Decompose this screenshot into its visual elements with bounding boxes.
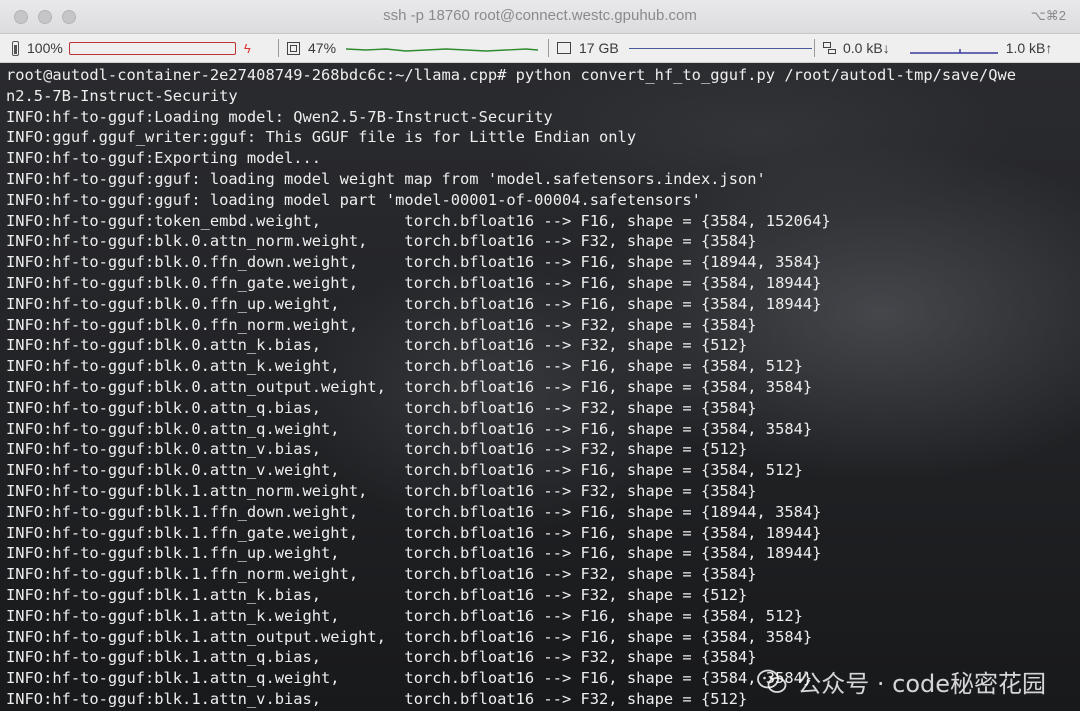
cpu-icon	[287, 41, 300, 55]
terminal-line: root@autodl-container-2e27408749-268bdc6…	[6, 66, 1016, 84]
cpu-value: 47%	[308, 40, 337, 56]
terminal-line: INFO:hf-to-gguf:blk.0.ffn_norm.weight, t…	[6, 315, 757, 334]
cpu-status: 47%	[270, 34, 539, 62]
terminal-line: INFO:hf-to-gguf:blk.0.attn_output.weight…	[6, 377, 813, 396]
window-title: ssh -p 18760 root@connect.westc.gpuhub.c…	[383, 7, 697, 24]
terminal-line: INFO:hf-to-gguf:gguf: loading model part…	[6, 190, 701, 209]
terminal-line: INFO:hf-to-gguf:blk.0.attn_norm.weight, …	[6, 232, 757, 251]
terminal-line: INFO:hf-to-gguf:blk.0.attn_q.bias, torch…	[6, 398, 757, 417]
terminal-line: INFO:hf-to-gguf:blk.1.ffn_norm.weight, t…	[6, 565, 757, 584]
memory-status: 17 GB	[540, 34, 812, 62]
terminal-line: INFO:hf-to-gguf:blk.1.ffn_gate.weight, t…	[6, 523, 822, 542]
battery-status: 100% ϟ	[12, 34, 251, 62]
terminal-line: INFO:hf-to-gguf:blk.0.ffn_down.weight, t…	[6, 253, 822, 272]
memory-value: 17 GB	[579, 40, 619, 56]
terminal-line: INFO:hf-to-gguf:blk.0.ffn_gate.weight, t…	[6, 273, 822, 292]
battery-bar	[68, 41, 236, 55]
terminal-window: ssh -p 18760 root@connect.westc.gpuhub.c…	[0, 0, 1080, 711]
wechat-icon	[757, 669, 787, 693]
divider	[278, 39, 279, 57]
status-bar: 100% ϟ 47% 17 GB 0.0 kB↓ 1.0 kB↑	[0, 34, 1080, 63]
cpu-graph	[346, 48, 539, 52]
battery-icon	[12, 40, 19, 56]
terminal-line: INFO:hf-to-gguf:blk.0.attn_k.weight, tor…	[6, 357, 803, 376]
title-bar[interactable]: ssh -p 18760 root@connect.westc.gpuhub.c…	[0, 0, 1080, 34]
terminal-line: INFO:hf-to-gguf:blk.0.attn_v.bias, torch…	[6, 440, 748, 459]
battery-value: 100%	[27, 40, 63, 56]
network-graph	[909, 49, 998, 54]
network-down-value: 0.0 kB↓	[843, 40, 890, 56]
terminal-line: INFO:hf-to-gguf:token_embd.weight, torch…	[6, 211, 831, 230]
terminal-line: INFO:hf-to-gguf:blk.1.attn_norm.weight, …	[6, 481, 757, 500]
terminal-line: INFO:hf-to-gguf:blk.0.attn_q.weight, tor…	[6, 419, 813, 438]
terminal-line: INFO:hf-to-gguf:blk.1.ffn_down.weight, t…	[6, 502, 822, 521]
memory-bar	[628, 47, 812, 49]
watermark-text: 公众号 · code秘密花园	[797, 670, 1046, 698]
terminal-line: INFO:hf-to-gguf:blk.0.attn_k.bias, torch…	[6, 336, 748, 355]
terminal-line: INFO:hf-to-gguf:blk.1.attn_k.bias, torch…	[6, 585, 748, 604]
terminal-line: n2.5-7B-Instruct-Security	[6, 86, 238, 105]
terminal-line: INFO:hf-to-gguf:blk.1.attn_output.weight…	[6, 627, 813, 646]
terminal-line: INFO:hf-to-gguf:gguf: loading model weig…	[6, 169, 766, 188]
window-shortcut: ⌥⌘2	[1030, 8, 1066, 23]
terminal-lines: root@autodl-container-2e27408749-268bdc6…	[6, 65, 1080, 710]
terminal-line: INFO:hf-to-gguf:blk.0.ffn_up.weight, tor…	[6, 294, 822, 313]
memory-icon	[557, 42, 571, 54]
charging-icon: ϟ	[243, 40, 251, 56]
terminal-line: INFO:hf-to-gguf:blk.1.ffn_up.weight, tor…	[6, 544, 822, 563]
network-icon	[823, 41, 837, 55]
terminal-line: INFO:hf-to-gguf:blk.0.attn_v.weight, tor…	[6, 461, 803, 480]
divider	[814, 39, 815, 57]
terminal-line: INFO:hf-to-gguf:Exporting model...	[6, 149, 322, 168]
terminal-line: INFO:hf-to-gguf:Loading model: Qwen2.5-7…	[6, 107, 553, 126]
watermark: 公众号 · code秘密花园	[757, 664, 1046, 699]
network-status: 0.0 kB↓ 1.0 kB↑	[806, 34, 1052, 62]
divider	[548, 39, 549, 57]
network-up-value: 1.0 kB↑	[1005, 40, 1053, 56]
terminal-line: INFO:hf-to-gguf:blk.1.attn_k.weight, tor…	[6, 606, 803, 625]
terminal-output[interactable]: root@autodl-container-2e27408749-268bdc6…	[0, 63, 1080, 711]
terminal-line: INFO:gguf.gguf_writer:gguf: This GGUF fi…	[6, 128, 637, 147]
